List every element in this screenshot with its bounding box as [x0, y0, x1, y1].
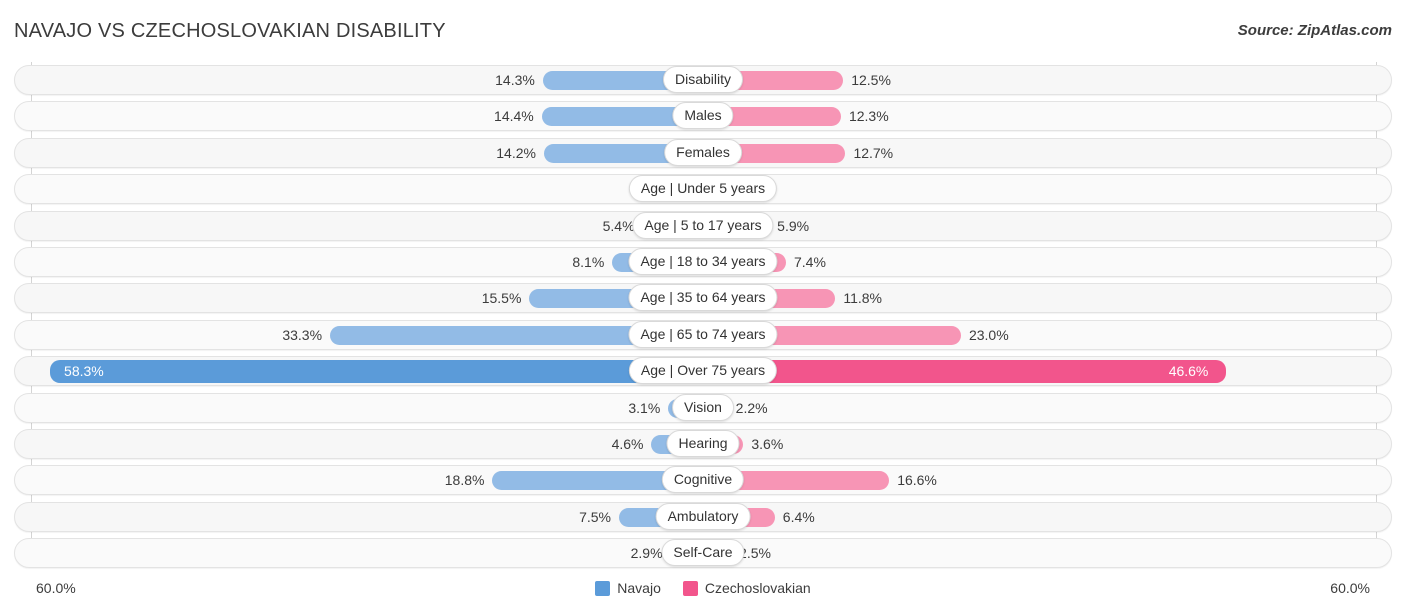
chart-row: 4.6% 3.6% Hearing: [0, 426, 1406, 462]
legend-item[interactable]: Czechoslovakian: [682, 580, 811, 596]
chart-row: 7.5% 6.4% Ambulatory: [0, 499, 1406, 535]
value-label-navajo: 2.9%: [630, 545, 663, 562]
category-label: Self-Care: [661, 539, 745, 567]
chart-rows: 14.3% 12.5% Disability 14.4% 12.3% Males 14.2%…: [0, 62, 1406, 571]
category-label: Ambulatory: [655, 502, 751, 530]
legend-item[interactable]: Navajo: [595, 580, 661, 596]
chart-row: 5.4% 5.9% Age | 5 to 17 years: [0, 208, 1406, 244]
value-label-czechoslovakian: 46.6%: [1168, 363, 1209, 380]
value-label-czechoslovakian: 12.7%: [853, 144, 894, 161]
chart-row: 14.3% 12.5% Disability: [0, 62, 1406, 98]
value-label-navajo: 33.3%: [282, 326, 323, 343]
category-label: Age | Over 75 years: [628, 357, 778, 385]
bar-czechoslovakian: [703, 360, 1226, 384]
value-label-czechoslovakian: 16.6%: [897, 472, 937, 489]
value-label-navajo: 15.5%: [481, 290, 522, 307]
value-label-czechoslovakian: 3.6%: [751, 435, 784, 452]
value-label-navajo: 14.4%: [494, 108, 534, 125]
chart-row: 3.1% 2.2% Vision: [0, 390, 1406, 426]
chart-row: 8.1% 7.4% Age | 18 to 34 years: [0, 244, 1406, 280]
value-label-czechoslovakian: 6.4%: [782, 508, 815, 525]
value-label-navajo: 7.5%: [579, 508, 611, 525]
value-label-navajo: 58.3%: [64, 363, 104, 380]
legend-label: Navajo: [617, 580, 661, 596]
category-label: Age | 35 to 64 years: [628, 284, 778, 312]
chart-row: 18.8% 16.6% Cognitive: [0, 462, 1406, 498]
chart-row: 14.2% 12.7% Females: [0, 135, 1406, 171]
category-label: Males: [672, 102, 734, 130]
category-label: Age | 5 to 17 years: [632, 211, 774, 239]
bar-navajo: [50, 360, 703, 384]
chart-page: NAVAJO VS CZECHOSLOVAKIAN DISABILITY Sou…: [0, 0, 1406, 612]
source-attribution: Source: ZipAtlas.com: [1237, 22, 1392, 39]
category-label: Females: [664, 138, 742, 166]
value-label-czechoslovakian: 7.4%: [794, 253, 826, 270]
category-label: Vision: [672, 393, 734, 421]
value-label-navajo: 8.1%: [572, 253, 605, 270]
page-title: NAVAJO VS CZECHOSLOVAKIAN DISABILITY: [14, 20, 446, 42]
value-label-czechoslovakian: 23.0%: [968, 326, 1009, 343]
value-label-navajo: 3.1%: [628, 399, 661, 416]
chart-row: 33.3% 23.0% Age | 65 to 74 years: [0, 317, 1406, 353]
chart-plot-area: 14.3% 12.5% Disability 14.4% 12.3% Males 14.2%…: [0, 62, 1406, 572]
value-label-navajo: 14.3%: [495, 72, 535, 88]
value-label-czechoslovakian: 5.9%: [777, 217, 810, 234]
value-label-navajo: 18.8%: [444, 472, 485, 489]
category-label: Age | 18 to 34 years: [628, 247, 778, 275]
category-label: Hearing: [666, 429, 740, 457]
value-label-navajo: 4.6%: [611, 435, 644, 452]
chart-row: 2.9% 2.5% Self-Care: [0, 535, 1406, 571]
chart-row: 1.6%1.5%Age | Under 5 years: [0, 171, 1406, 207]
legend-label: Czechoslovakian: [704, 580, 811, 596]
chart-row: 14.4% 12.3% Males: [0, 98, 1406, 134]
value-label-czechoslovakian: 12.5%: [851, 72, 891, 88]
chart-header: NAVAJO VS CZECHOSLOVAKIAN DISABILITY Sou…: [0, 0, 1406, 60]
value-label-czechoslovakian: 11.8%: [843, 290, 883, 307]
category-label: Age | Under 5 years: [628, 175, 778, 203]
chart-row: 58.3% 46.6% Age | Over 75 years: [0, 353, 1406, 389]
value-label-navajo: 5.4%: [602, 217, 635, 234]
value-label-czechoslovakian: 12.3%: [848, 108, 889, 125]
value-label-czechoslovakian: 2.2%: [735, 399, 768, 416]
chart-legend: Navajo Czechoslovakian: [0, 580, 1406, 596]
chart-footer: 60.0% 60.0% Navajo Czechoslovakian: [0, 572, 1406, 612]
value-label-navajo: 14.2%: [496, 144, 536, 161]
category-label: Disability: [662, 66, 744, 93]
category-label: Age | 65 to 74 years: [628, 320, 778, 348]
legend-swatch-icon: [595, 580, 611, 596]
legend-swatch-icon: [682, 580, 698, 596]
chart-row: 15.5% 11.8% Age | 35 to 64 years: [0, 280, 1406, 316]
category-label: Cognitive: [661, 466, 745, 494]
